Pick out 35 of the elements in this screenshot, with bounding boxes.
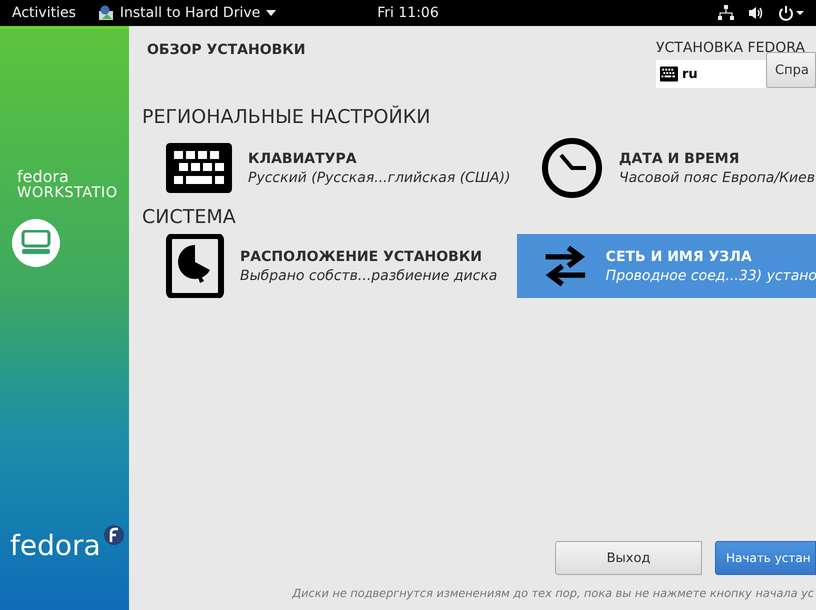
hub-spoke[interactable]: КЛАВИАТУРА Русский (Русская...глийская (США)) (142, 136, 517, 200)
network-icon[interactable] (718, 5, 734, 21)
footer-note: Диски не подвергнутся изменениям до тех пор, пока вы не нажмете кнопку начала ус (292, 587, 814, 600)
hub-spoke[interactable]: ДАТА И ВРЕМЯ Часовой пояс Европа/Киев (517, 136, 816, 200)
begin-install-button[interactable]: Начать устан (715, 541, 816, 575)
fedora-logo-text: fedora (10, 529, 101, 562)
app-menu[interactable]: Install to Hard Drive (120, 5, 260, 21)
section-title: РЕГИОНАЛЬНЫЕ НАСТРОЙКИ (142, 106, 432, 128)
spoke-title: КЛАВИАТУРА (248, 150, 358, 166)
spoke-status: Проводное соед...33) устано (606, 268, 816, 284)
power-icon[interactable] (778, 5, 804, 21)
spoke-status: Русский (Русская...глийская (США)) (248, 170, 510, 186)
page-title: ОБЗОР УСТАНОВКИ (146, 41, 306, 60)
help-button[interactable]: Спра (766, 52, 816, 88)
quit-button[interactable]: Выход (555, 541, 702, 575)
dropdown-caret-icon (266, 10, 276, 16)
spoke-title: ДАТА И ВРЕМЯ (619, 150, 740, 166)
installer-icon (98, 5, 114, 21)
spoke-title: СЕТЬ И ИМЯ УЗЛА (606, 248, 753, 264)
clock-icon (541, 137, 603, 199)
spoke-status: Часовой пояс Европа/Киев (619, 170, 815, 186)
spoke-status: Выбрано собств...разбиение диска (240, 268, 498, 284)
keyboard-icon (166, 143, 232, 193)
spoke-title: РАСПОЛОЖЕНИЕ УСТАНОВКИ (240, 248, 483, 264)
product-name: WORKSTATIO (16, 185, 119, 201)
laptop-icon (12, 219, 60, 267)
keyboard-layout-indicator[interactable]: ru (656, 60, 766, 88)
section-title: СИСТЕМА (142, 206, 237, 228)
clock[interactable]: Fri 11:06 (377, 5, 439, 21)
volume-icon[interactable] (748, 5, 764, 21)
hub-spoke[interactable]: РАСПОЛОЖЕНИЕ УСТАНОВКИ Выбрано собств...разбиение диска (142, 234, 517, 298)
fedora-logo-icon (102, 524, 125, 546)
brand-name: fedora (16, 169, 70, 185)
activities-button[interactable]: Activities (12, 5, 76, 21)
keyboard-icon (660, 65, 678, 83)
